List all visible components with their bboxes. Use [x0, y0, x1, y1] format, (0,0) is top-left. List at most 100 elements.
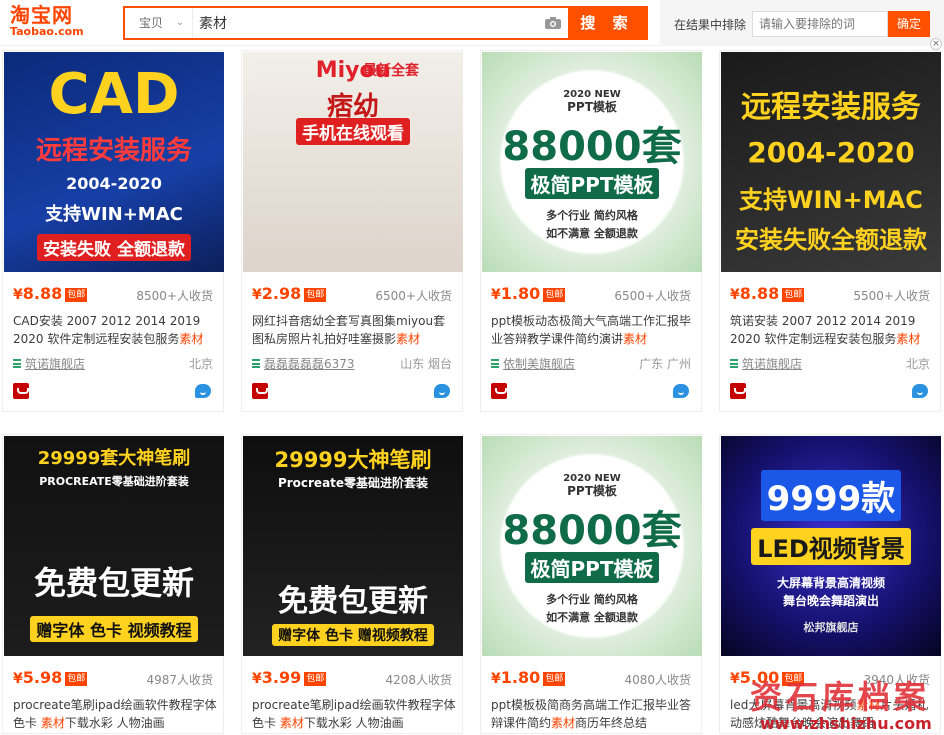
product-card[interactable]: 2020 NEW PPT模板 88000套 极简PPT模板 多个行业 简约风格 如不满意 … — [480, 434, 702, 734]
shop-location: 山东 烟台 — [400, 357, 452, 371]
sales-count: 6500+人收货 — [614, 289, 691, 303]
title-highlight: 素材 — [623, 332, 648, 346]
taobao-logo[interactable]: 淘宝网 Taobao.com — [10, 4, 100, 44]
poster-text: 2004-2020 — [747, 136, 915, 169]
shop-link[interactable]: 筑诺旗舰店 — [730, 355, 802, 372]
exclude-panel: 在结果中排除 确定 — [660, 0, 944, 46]
poster-text: 赠字体 色卡 视频教程 — [4, 616, 224, 642]
poster-text: 支持WIN+MAC — [739, 186, 923, 214]
product-image[interactable]: 29999大神笔刷 Procreate零基础进阶套装 免费包更新 赠字体 色卡 赠视频… — [243, 436, 463, 656]
shop-icon — [491, 359, 499, 368]
product-card[interactable]: Miyou 最新全套 痞幼 手机在线观看 ¥2.98 包邮 6500+人收货 网红抖音痞… — [241, 50, 463, 412]
poster-text: 松邦旗舰店 — [803, 621, 859, 634]
poster-text: PPT模板 — [567, 100, 617, 114]
product-title[interactable]: CAD安装 2007 2012 2014 2019 2020 软件定制远程安装包… — [13, 312, 217, 348]
poster-text: 远程安装服务 — [741, 90, 921, 125]
poster-text: PROCREATE零基础进阶套装 — [39, 475, 189, 488]
poster-text: 极简PPT模板 — [482, 552, 702, 583]
search-input[interactable] — [193, 8, 538, 38]
poster-text: 如不满意 全额退款 — [546, 227, 638, 240]
logo-cn: 淘宝网 — [10, 3, 73, 27]
product-title[interactable]: procreate笔刷ipad绘画软件教程字体色卡 素材下载水彩 人物油画 — [252, 696, 456, 732]
title-highlight: 素材 — [279, 716, 304, 730]
poster-text: 多个行业 简约风格 — [546, 593, 638, 606]
title-highlight: 素材 — [40, 716, 65, 730]
poster-text: 多个行业 简约风格 — [546, 209, 638, 222]
wangwang-chat-icon[interactable] — [195, 384, 211, 398]
product-price: ¥8.88 包邮 — [13, 284, 88, 303]
shop-link[interactable]: 依制美旗舰店 — [491, 355, 575, 372]
product-title[interactable]: 筑诺安装 2007 2012 2014 2019 2020 软件定制远程安装包服… — [730, 312, 934, 348]
watermark-text: 资石库档案 — [750, 678, 931, 716]
shop-link[interactable]: 筑诺旗舰店 — [13, 355, 85, 372]
product-image[interactable]: 2020 NEW PPT模板 88000套 极简PPT模板 多个行业 简约风格 如不满意 … — [482, 52, 702, 272]
poster-text: 安装失败全额退款 — [735, 226, 927, 254]
poster-text: PPT模板 — [567, 484, 617, 498]
wangwang-chat-icon[interactable] — [673, 384, 689, 398]
product-price: ¥1.80 包邮 — [491, 668, 566, 687]
free-shipping-badge: 包邮 — [543, 288, 566, 302]
poster-text: 2004-2020 — [66, 174, 162, 193]
exclude-input[interactable] — [752, 11, 888, 37]
poster-text: LED视频背景 — [721, 528, 941, 565]
title-highlight: 素材 — [179, 332, 204, 346]
yuan-symbol: ¥ — [491, 287, 501, 303]
sales-count: 6500+人收货 — [375, 289, 452, 303]
product-image[interactable]: CAD 远程安装服务 2004-2020 支持WIN+MAC 安装失败 全额退款 — [4, 52, 224, 272]
poster-text: CAD — [48, 62, 180, 127]
free-shipping-badge: 包邮 — [65, 672, 88, 686]
tmall-icon — [730, 383, 746, 399]
shop-icon — [252, 359, 260, 368]
shop-location: 北京 — [905, 357, 930, 371]
chevron-down-icon: ⌄ — [175, 17, 184, 28]
yuan-symbol: ¥ — [13, 671, 23, 687]
product-title[interactable]: 网红抖音痞幼全套写真图集miyou套图私房照片礼拍好哇塞摄影素材 — [252, 312, 456, 348]
product-image[interactable]: 2020 NEW PPT模板 88000套 极简PPT模板 多个行业 简约风格 如不满意 … — [482, 436, 702, 656]
tmall-icon — [252, 383, 268, 399]
product-title[interactable]: ppt模板动态极简大气高端工作汇报毕业答辩教学课件简约演讲素材 — [491, 312, 695, 348]
yuan-symbol: ¥ — [730, 287, 740, 303]
product-title[interactable]: procreate笔刷ipad绘画软件教程字体色卡 素材下载水彩 人物油画 — [13, 696, 217, 732]
sales-count: 4208人收货 — [385, 673, 452, 687]
product-title[interactable]: ppt模板极简商务高端工作汇报毕业答辩课件简约素材商历年终总结 — [491, 696, 695, 732]
camera-icon[interactable] — [538, 8, 568, 38]
product-image[interactable]: Miyou 最新全套 痞幼 手机在线观看 — [243, 52, 463, 272]
poster-text: 9999款 — [721, 470, 941, 521]
search-bar: 宝贝 ⌄ 搜 索 — [123, 6, 648, 40]
title-highlight: 素材 — [551, 716, 576, 730]
product-image[interactable]: 远程安装服务 2004-2020 支持WIN+MAC 安装失败全额退款 — [721, 52, 941, 272]
poster-text: 如不满意 全额退款 — [546, 611, 638, 624]
product-image[interactable]: 29999套大神笔刷 PROCREATE零基础进阶套装 免费包更新 赠字体 色卡 视频… — [4, 436, 224, 656]
poster-text: 29999套大神笔刷 — [37, 448, 191, 469]
poster-text: 免费包更新 — [278, 584, 428, 619]
poster-text: 远程安装服务 — [35, 136, 192, 166]
product-card[interactable]: 29999套大神笔刷 PROCREATE零基础进阶套装 免费包更新 赠字体 色卡 视频… — [2, 434, 224, 734]
product-image[interactable]: 9999款 LED视频背景 大屏幕背景高清视频 舞台晚会舞蹈演出 松邦旗舰店 — [721, 436, 941, 656]
shop-location: 北京 — [188, 357, 213, 371]
product-card[interactable]: CAD 远程安装服务 2004-2020 支持WIN+MAC 安装失败 全额退款 ¥8.… — [2, 50, 224, 412]
poster-text: 大屏幕背景高清视频 — [776, 576, 885, 590]
poster-text: 88000套 — [502, 124, 682, 170]
tmall-icon — [13, 383, 29, 399]
exclude-confirm-button[interactable]: 确定 — [888, 11, 930, 37]
shop-icon — [13, 359, 21, 368]
free-shipping-badge: 包邮 — [782, 288, 805, 302]
wangwang-chat-icon[interactable] — [434, 384, 450, 398]
product-card[interactable]: 远程安装服务 2004-2020 支持WIN+MAC 安装失败全额退款 ¥8.88 包邮… — [719, 50, 941, 412]
tmall-icon — [491, 383, 507, 399]
product-price: ¥3.99 包邮 — [252, 668, 327, 687]
close-icon[interactable]: × — [930, 38, 942, 50]
shop-link[interactable]: 磊磊磊磊磊6373 — [252, 355, 355, 372]
yuan-symbol: ¥ — [730, 671, 740, 687]
search-button[interactable]: 搜 索 — [568, 8, 646, 38]
free-shipping-badge: 包邮 — [543, 672, 566, 686]
product-card[interactable]: 29999大神笔刷 Procreate零基础进阶套装 免费包更新 赠字体 色卡 赠视频… — [241, 434, 463, 734]
product-card[interactable]: 2020 NEW PPT模板 88000套 极简PPT模板 多个行业 简约风格 如不满意 … — [480, 50, 702, 412]
product-price: ¥1.80 包邮 — [491, 284, 566, 303]
wangwang-chat-icon[interactable] — [912, 384, 928, 398]
search-category-select[interactable]: 宝贝 ⌄ — [125, 8, 193, 38]
poster-text: 最新全套 — [363, 63, 419, 79]
poster-text: 赠字体 色卡 赠视频教程 — [243, 624, 463, 646]
search-category-label: 宝贝 — [139, 16, 164, 30]
title-highlight: 素材 — [396, 332, 421, 346]
